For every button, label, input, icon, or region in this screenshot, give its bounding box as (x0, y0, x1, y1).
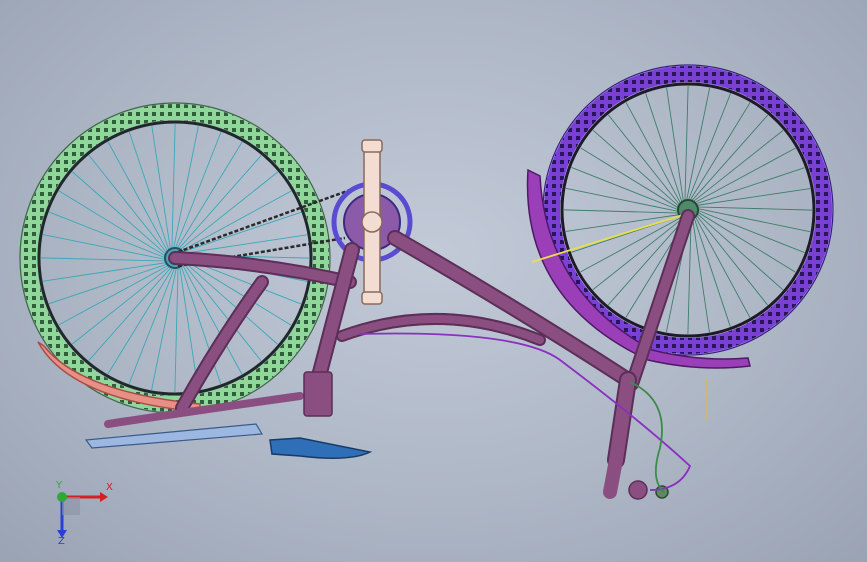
front-footboard[interactable] (269, 437, 373, 459)
spoke (696, 211, 796, 273)
brake-cable (629, 381, 665, 493)
spoke (690, 114, 769, 202)
spoke (592, 129, 680, 208)
triad-y-label: Y (55, 480, 63, 491)
spoke (696, 212, 784, 291)
spoke (72, 171, 167, 256)
rear-footboard[interactable] (84, 423, 264, 449)
bicycle-model[interactable] (0, 0, 867, 562)
spoke (580, 147, 680, 209)
triad-x-label: X (106, 482, 113, 493)
spoke (151, 125, 171, 251)
spoke (692, 130, 784, 203)
spoke (88, 154, 168, 254)
spoke (571, 167, 680, 211)
spoke (48, 211, 167, 259)
spoke (128, 266, 176, 385)
spoke (692, 217, 710, 333)
spoke (684, 85, 689, 202)
coordinate-triad-icon: X Y Z (55, 480, 113, 547)
spoke (689, 102, 751, 202)
graphics-viewport[interactable]: X Y Z (0, 0, 867, 562)
handlebar-clamp[interactable] (628, 480, 648, 500)
spoke (696, 206, 813, 211)
spoke (666, 87, 684, 203)
spoke (177, 155, 262, 250)
spoke (608, 114, 681, 206)
pedal-bottom[interactable] (361, 291, 383, 305)
spoke (107, 266, 174, 375)
spoke (695, 214, 768, 306)
spoke (695, 188, 811, 206)
spoke (40, 257, 167, 262)
spoke (565, 214, 681, 232)
spoke (179, 171, 279, 251)
triad-y-axis (57, 492, 67, 502)
stem (603, 453, 623, 499)
spoke (696, 209, 805, 253)
spoke (58, 190, 167, 257)
spoke (174, 131, 222, 250)
spoke (88, 266, 173, 361)
seat-post[interactable] (303, 371, 333, 417)
pedal-top[interactable] (361, 139, 383, 153)
spoke (174, 266, 179, 393)
crank-spindle (361, 211, 383, 233)
spoke (171, 123, 176, 250)
spoke (42, 262, 168, 282)
frame[interactable] (104, 209, 695, 499)
spoke (71, 265, 171, 345)
triad-z-label: Z (58, 536, 65, 547)
spoke (563, 209, 680, 214)
triad-x-arrow (100, 492, 108, 502)
spoke (687, 93, 731, 202)
